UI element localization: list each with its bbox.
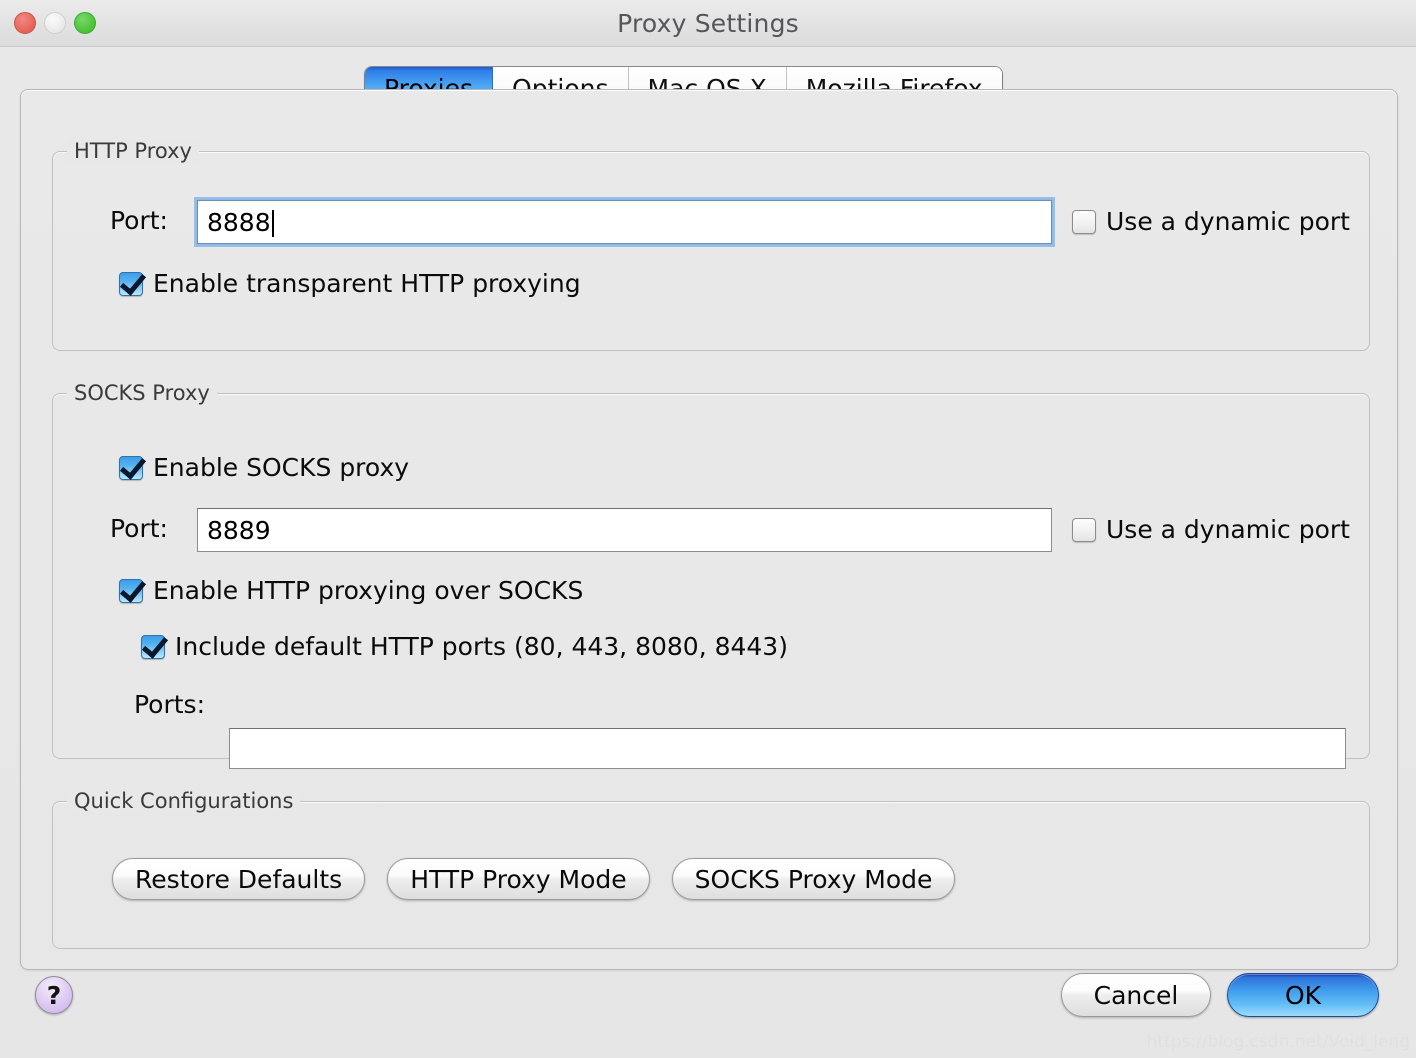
quick-configurations-group-title: Quick Configurations [67, 789, 301, 813]
checkbox-checked-icon [141, 634, 165, 659]
quick-configurations-group: Quick Configurations Restore Defaults HT… [52, 789, 1370, 949]
http-proxy-group-title: HTTP Proxy [67, 139, 199, 163]
titlebar: Proxy Settings [0, 0, 1416, 47]
enable-socks-proxy-checkbox[interactable]: Enable SOCKS proxy [119, 453, 409, 482]
checkbox-unchecked-icon [1072, 517, 1096, 542]
socks-proxy-mode-button[interactable]: SOCKS Proxy Mode [671, 858, 956, 900]
http-port-row: Port: [110, 206, 168, 235]
ports-row: Ports: [134, 690, 205, 719]
http-dynamic-port-label: Use a dynamic port [1106, 207, 1350, 236]
watermark-text: https://blog.csdn.net/Void_leng [1146, 1032, 1410, 1052]
socks-proxy-group-title: SOCKS Proxy [67, 381, 217, 405]
socks-dynamic-port-checkbox[interactable]: Use a dynamic port [1072, 515, 1350, 544]
socks-port-row: Port: [110, 514, 168, 543]
quick-configuration-buttons: Restore Defaults HTTP Proxy Mode SOCKS P… [112, 858, 956, 900]
http-port-input[interactable]: 8888 [194, 197, 1055, 247]
window-title: Proxy Settings [617, 9, 799, 38]
http-port-label: Port: [110, 206, 168, 235]
proxy-settings-window: Proxy Settings Proxies Options Mac OS X … [0, 0, 1416, 1058]
dialog-footer-buttons: Cancel OK [1061, 973, 1379, 1017]
socks-port-label: Port: [110, 514, 168, 543]
proxies-tab-panel: HTTP Proxy Port: 8888 Use a dynamic port… [20, 89, 1398, 970]
checkbox-unchecked-icon [1072, 209, 1096, 234]
socks-port-input[interactable]: 8889 [197, 508, 1052, 552]
checkbox-checked-icon [119, 578, 143, 603]
enable-socks-proxy-label: Enable SOCKS proxy [153, 453, 410, 482]
cancel-button[interactable]: Cancel [1061, 973, 1211, 1017]
http-dynamic-port-checkbox[interactable]: Use a dynamic port [1072, 207, 1350, 236]
socks-dynamic-port-label: Use a dynamic port [1106, 515, 1350, 544]
text-caret [271, 209, 274, 237]
socks-proxy-group: SOCKS Proxy Enable SOCKS proxy Port: 888… [52, 381, 1370, 769]
http-proxy-mode-button[interactable]: HTTP Proxy Mode [387, 858, 650, 900]
enable-http-proxying-over-socks-checkbox[interactable]: Enable HTTP proxying over SOCKS [119, 576, 583, 605]
checkbox-checked-icon [119, 271, 143, 296]
include-default-http-ports-label: Include default HTTP ports (80, 443, 808… [175, 632, 788, 661]
ok-button[interactable]: OK [1227, 973, 1379, 1017]
checkbox-checked-icon [119, 455, 143, 480]
enable-transparent-http-proxying-label: Enable transparent HTTP proxying [153, 269, 581, 298]
http-port-value: 8888 [207, 207, 271, 237]
socks-port-value: 8889 [207, 515, 271, 545]
enable-http-proxying-over-socks-label: Enable HTTP proxying over SOCKS [153, 576, 584, 605]
restore-defaults-button[interactable]: Restore Defaults [112, 858, 366, 900]
include-default-http-ports-checkbox[interactable]: Include default HTTP ports (80, 443, 808… [141, 632, 788, 661]
ports-input[interactable] [229, 728, 1346, 769]
help-button[interactable]: ? [35, 976, 73, 1014]
http-proxy-group: HTTP Proxy Port: 8888 Use a dynamic port… [52, 139, 1370, 351]
ports-label: Ports: [134, 690, 206, 719]
enable-transparent-http-proxying-checkbox[interactable]: Enable transparent HTTP proxying [119, 269, 581, 298]
